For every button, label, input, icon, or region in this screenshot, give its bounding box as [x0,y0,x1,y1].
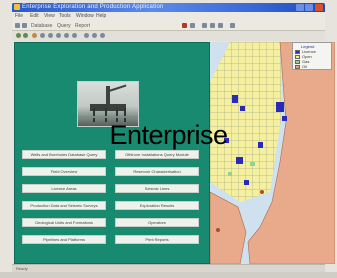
discuss-icon[interactable] [92,33,97,38]
legend-swatch-oil [295,65,300,69]
land-area [210,191,247,264]
legend-label: Oil [302,64,307,69]
home-icon[interactable] [32,33,37,38]
menu-bar: File Edit View Tools Window Help [12,12,325,21]
rig-deck [90,104,126,111]
licence-block[interactable] [276,102,284,112]
save-icon[interactable] [22,23,27,28]
licence-block[interactable] [236,157,243,164]
pan-icon[interactable] [218,23,223,28]
history-icon[interactable] [56,33,61,38]
menu-button-pipelines[interactable]: Pipelines and Platforms [22,235,106,244]
refresh-icon[interactable] [190,23,195,28]
menu-window[interactable]: Window [76,13,94,20]
oil-field[interactable] [260,190,264,194]
menu-edit[interactable]: Edit [30,13,39,20]
zoom-in-icon[interactable] [202,23,207,28]
zoom-out-icon[interactable] [210,23,215,28]
search-icon[interactable] [40,33,45,38]
enterprise-watermark: Enterprise [109,120,228,150]
toolbar-query[interactable]: Query [57,23,71,29]
menu-button-wells[interactable]: Wells and Boreholes Database Query [22,150,106,159]
menu-button-reservoir[interactable]: Reservoir Characterisation [115,167,199,176]
menu-button-fields[interactable]: Field Overview [22,167,106,176]
oil-field[interactable] [216,228,220,232]
menu-button-exploration[interactable]: Exploration Results [115,201,199,210]
licence-block[interactable] [240,106,245,111]
taskbar [0,272,337,278]
menu-button-reports[interactable]: Print Reports [115,235,199,244]
menu-file[interactable]: File [15,13,23,20]
legend-swatch-licence [295,50,300,54]
open-icon[interactable] [15,23,20,28]
window-title: Enterprise Exploration and Production Ap… [22,4,164,10]
menu-help[interactable]: Help [96,13,106,20]
status-bar: Ready [12,264,325,272]
menu-button-production[interactable]: Production Data and Seismic Surveys [22,201,106,210]
back-icon[interactable] [16,33,21,38]
toolbar-report[interactable]: Report [75,23,90,29]
main-menu-panel: Wells and Boreholes Database Query Offsh… [14,42,210,264]
menu-button-installations[interactable]: Offshore Installations Query Module [115,150,199,159]
messenger-icon[interactable] [100,33,105,38]
gas-field[interactable] [228,172,232,176]
navigation-bar [12,31,325,41]
title-bar[interactable]: Enterprise Exploration and Production Ap… [12,3,325,12]
toolbar: Database Query Report [12,21,325,31]
licence-block[interactable] [244,180,249,185]
minimize-icon[interactable] [296,4,304,11]
licence-map[interactable] [210,42,335,264]
menu-button-seismic[interactable]: Seismic Lines [115,184,199,193]
legend-swatch-open [295,55,300,59]
rig-crane [108,84,127,92]
app-icon [14,4,20,10]
map-legend: Legend Licence Open Gas Oil [292,42,332,70]
menu-button-geology[interactable]: Geological Units and Formations [22,218,106,227]
sea-surface [78,116,138,118]
forward-icon[interactable] [23,33,28,38]
stop-icon[interactable] [182,23,187,28]
menu-button-operators[interactable]: Operators [115,218,199,227]
mail-icon[interactable] [64,33,69,38]
menu-tools[interactable]: Tools [59,13,71,20]
licence-block[interactable] [232,95,238,103]
print-icon[interactable] [230,23,235,28]
maximize-icon[interactable] [305,4,313,11]
print-icon[interactable] [72,33,77,38]
legend-swatch-gas [295,60,300,64]
gas-field[interactable] [250,162,255,166]
menu-view[interactable]: View [44,13,55,20]
edit-icon[interactable] [84,33,89,38]
menu-button-licences[interactable]: Licence Areas [22,184,106,193]
toolbar-database[interactable]: Database [31,23,52,29]
favorites-icon[interactable] [48,33,53,38]
map-panel[interactable] [210,42,335,264]
close-icon[interactable] [315,4,323,11]
application-window: Enterprise Exploration and Production Ap… [0,0,337,278]
